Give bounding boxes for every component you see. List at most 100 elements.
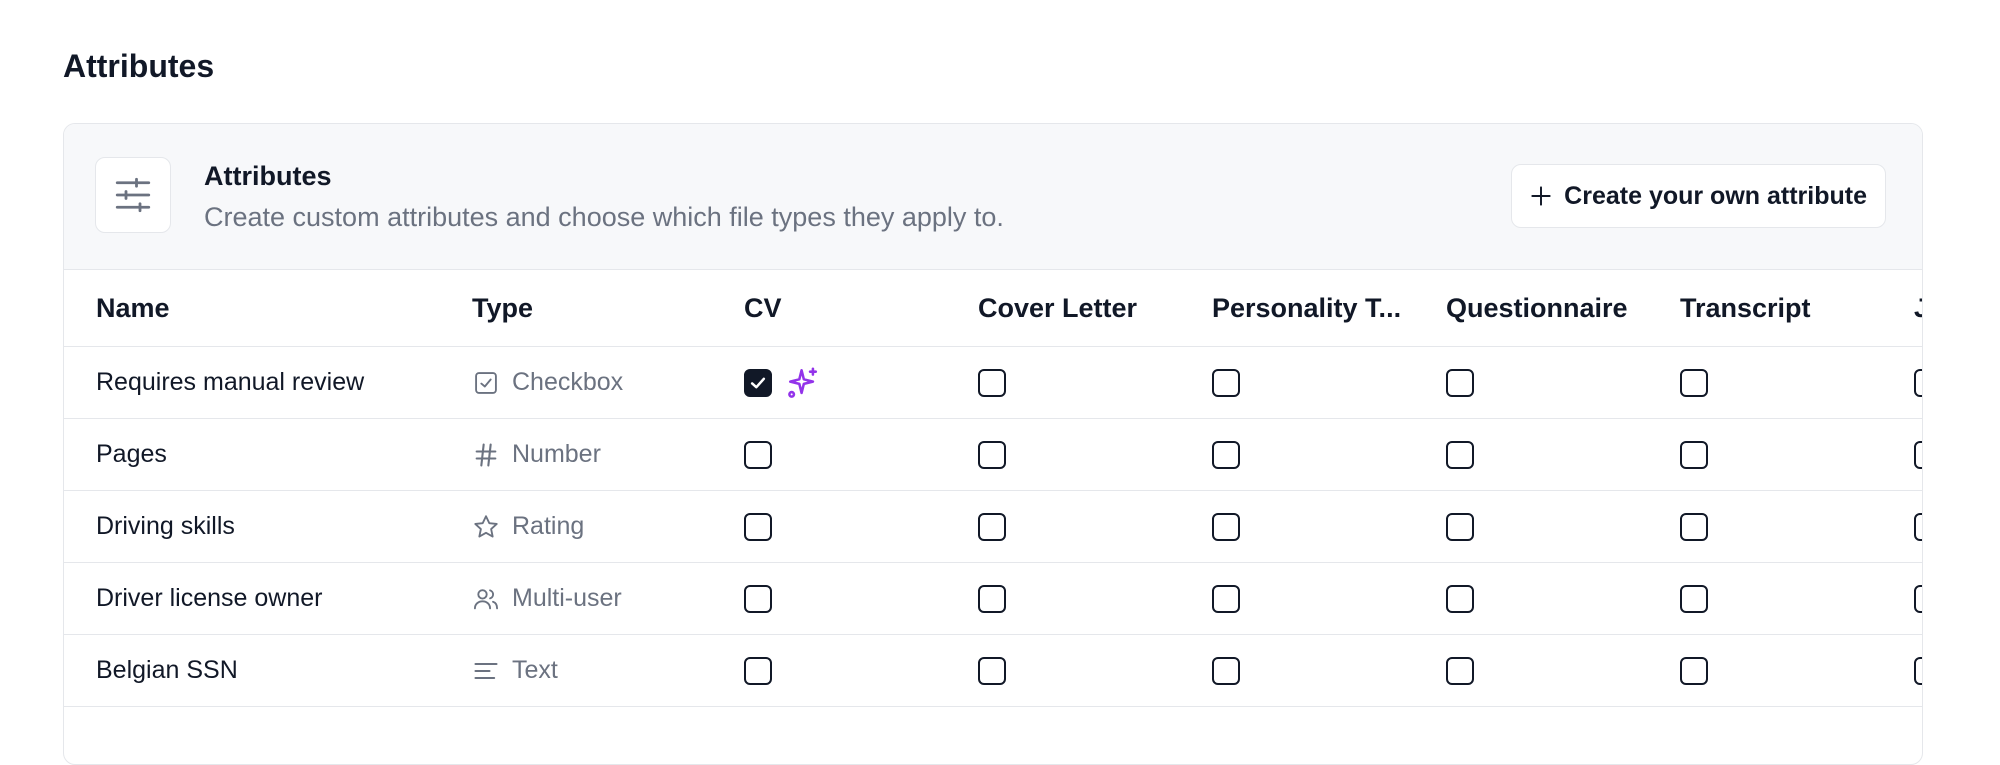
checkbox[interactable] (1446, 656, 1474, 685)
sparkle-icon (786, 366, 820, 400)
filetype-cell (1446, 419, 1474, 490)
column-header[interactable]: Cover Letter (978, 270, 1137, 346)
text-lines-icon (472, 657, 500, 685)
filetype-cell (1212, 347, 1240, 418)
checkbox[interactable] (1446, 584, 1474, 613)
checkbox[interactable] (1212, 656, 1240, 685)
table-row: Driver license owner Multi-user (64, 563, 1922, 635)
checkbox-checked[interactable] (744, 368, 772, 397)
filetype-cell (1914, 635, 1922, 706)
checkbox[interactable] (1680, 584, 1708, 613)
page-title: Attributes (63, 48, 215, 84)
attribute-name: Belgian SSN (96, 656, 238, 684)
attribute-type: Multi-user (472, 563, 622, 634)
attribute-type: Text (472, 635, 558, 706)
filetype-cell (1680, 635, 1708, 706)
attribute-name: Driving skills (96, 512, 235, 540)
create-attribute-label: Create your own attribute (1564, 181, 1867, 210)
column-header[interactable]: Personality T... (1212, 270, 1401, 346)
checkbox[interactable] (978, 440, 1006, 469)
attribute-type-label: Multi-user (512, 584, 622, 612)
filetype-cell (1446, 635, 1474, 706)
attribute-type: Rating (472, 491, 584, 562)
checkbox[interactable] (744, 656, 772, 685)
column-header[interactable]: Type (472, 270, 533, 346)
card-title: Attributes (204, 161, 332, 191)
checkbox[interactable] (1212, 368, 1240, 397)
attributes-page: Attributes Attributes Create custom attr… (0, 0, 2000, 765)
filetype-cell (1446, 347, 1474, 418)
checkbox[interactable] (978, 512, 1006, 541)
checkbox[interactable] (1914, 584, 1922, 613)
filetype-cell (1680, 347, 1708, 418)
attribute-type-label: Checkbox (512, 368, 624, 396)
checkbox[interactable] (744, 584, 772, 613)
filetype-cell (1914, 347, 1922, 418)
checkbox[interactable] (1446, 440, 1474, 469)
checkbox[interactable] (1680, 440, 1708, 469)
column-header[interactable]: CV (744, 270, 782, 346)
filetype-cell (744, 563, 772, 634)
attributes-table: Name Type CV Cover Letter Personality T... Qu… (64, 270, 1922, 707)
filetype-cell (744, 347, 820, 418)
checkbox[interactable] (1446, 368, 1474, 397)
plus-icon (1528, 183, 1554, 209)
table-row: Driving skills Rating (64, 491, 1922, 563)
filetype-cell (1680, 419, 1708, 490)
table-row: Belgian SSN Text (64, 635, 1922, 707)
checkbox[interactable] (1914, 368, 1922, 397)
filetype-cell (1680, 563, 1708, 634)
filetype-cell (1680, 491, 1708, 562)
column-header[interactable]: Questionnaire (1446, 270, 1628, 346)
column-header[interactable]: Name (96, 270, 170, 346)
attributes-card: Attributes Create custom attributes and … (63, 123, 1923, 765)
filetype-cell (1212, 635, 1240, 706)
create-attribute-button[interactable]: Create your own attribute (1511, 164, 1886, 228)
attribute-name: Pages (96, 440, 167, 468)
filetype-cell (978, 563, 1006, 634)
checkbox[interactable] (1680, 368, 1708, 397)
star-icon (472, 513, 500, 541)
checkbox[interactable] (744, 512, 772, 541)
attribute-type: Number (472, 419, 601, 490)
checkbox[interactable] (1914, 440, 1922, 469)
filetype-cell (1446, 563, 1474, 634)
filetype-cell (1212, 491, 1240, 562)
checkbox[interactable] (1212, 512, 1240, 541)
column-header[interactable]: Jo (1914, 270, 1922, 346)
table-row: Pages Number (64, 419, 1922, 491)
attribute-type-label: Number (512, 440, 601, 468)
filetype-cell (744, 491, 772, 562)
checkbox[interactable] (1680, 656, 1708, 685)
filetype-cell (1914, 563, 1922, 634)
attribute-type: Checkbox (472, 347, 623, 418)
checkbox[interactable] (1914, 656, 1922, 685)
checkbox[interactable] (1680, 512, 1708, 541)
filetype-cell (1212, 563, 1240, 634)
checkbox-icon (472, 369, 500, 397)
card-subtitle: Create custom attributes and choose whic… (204, 202, 1004, 232)
filetype-cell (978, 419, 1006, 490)
column-header[interactable]: Transcript (1680, 270, 1811, 346)
card-header: Attributes Create custom attributes and … (64, 124, 1922, 270)
filetype-cell (1212, 419, 1240, 490)
filetype-cell (744, 635, 772, 706)
checkbox[interactable] (1446, 512, 1474, 541)
checkbox[interactable] (978, 368, 1006, 397)
checkbox[interactable] (1914, 512, 1922, 541)
hash-icon (472, 441, 500, 469)
filetype-cell (1914, 491, 1922, 562)
checkbox[interactable] (744, 440, 772, 469)
checkbox[interactable] (1212, 584, 1240, 613)
checkbox[interactable] (978, 584, 1006, 613)
filetype-cell (978, 347, 1006, 418)
users-icon (472, 585, 500, 613)
filetype-cell (978, 491, 1006, 562)
checkbox[interactable] (978, 656, 1006, 685)
filetype-cell (978, 635, 1006, 706)
table-row: Requires manual review Checkbox (64, 347, 1922, 419)
filetype-cell (1446, 491, 1474, 562)
checkbox[interactable] (1212, 440, 1240, 469)
filetype-cell (744, 419, 772, 490)
filetype-cell (1914, 419, 1922, 490)
